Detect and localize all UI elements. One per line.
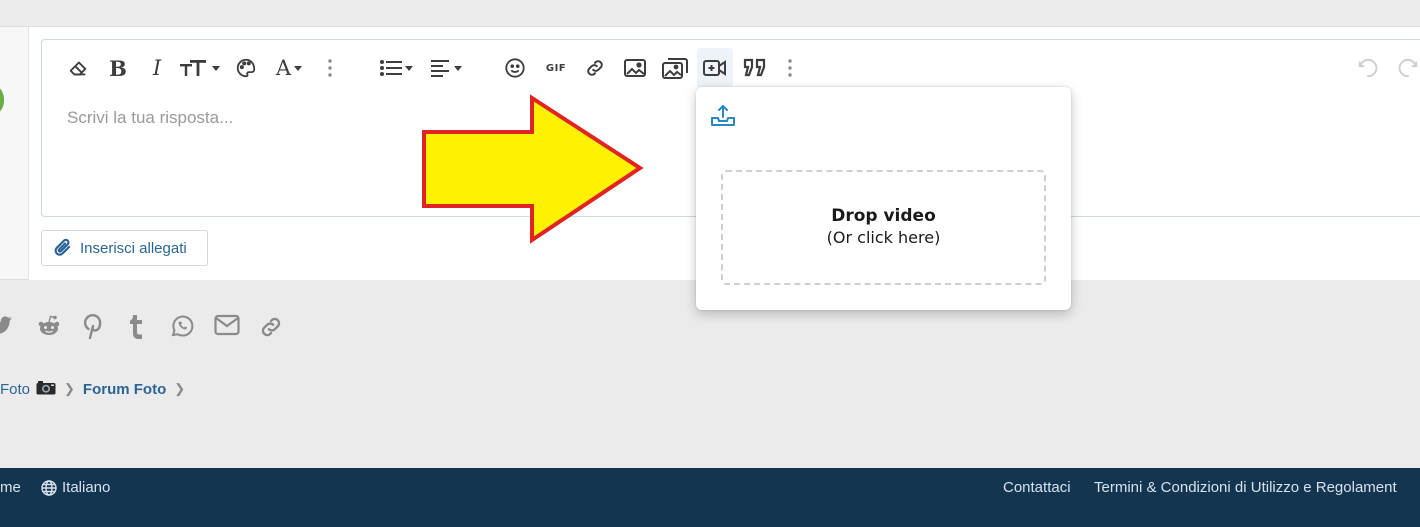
- reddit-icon: [38, 315, 60, 335]
- breadcrumb-item[interactable]: Forum Foto: [83, 381, 166, 398]
- gallery-icon: [662, 58, 688, 79]
- chevron-down-icon: [453, 65, 462, 71]
- font-button[interactable]: A: [270, 48, 308, 88]
- footer-link-home[interactable]: me: [0, 479, 21, 496]
- dropzone-hint: (Or click here): [826, 228, 941, 247]
- more-options-button-2[interactable]: [782, 48, 798, 88]
- link-icon: [261, 317, 281, 337]
- color-button[interactable]: [232, 48, 260, 88]
- editor-input[interactable]: Scrivi la tua risposta...: [67, 108, 233, 128]
- list-icon: [379, 60, 402, 76]
- dropzone-title: Drop video: [831, 206, 936, 226]
- upload-button[interactable]: [710, 104, 736, 132]
- more-vertical-icon: [328, 59, 332, 77]
- page-top-strip: [0, 0, 1420, 26]
- avatar: [0, 83, 4, 117]
- image-icon: [624, 59, 646, 77]
- share-tumblr[interactable]: [128, 314, 146, 344]
- redo-icon: [1398, 58, 1418, 78]
- twitter-icon: [0, 316, 12, 334]
- chevron-right-icon: ❯: [64, 381, 75, 396]
- paperclip-icon: [54, 238, 71, 256]
- video-icon: [703, 60, 726, 76]
- video-dropzone[interactable]: Drop video (Or click here): [721, 170, 1046, 285]
- breadcrumb-item[interactable]: Foto: [0, 381, 30, 398]
- text-size-button[interactable]: [178, 48, 220, 88]
- text-size-icon: [179, 60, 206, 76]
- more-options-button[interactable]: [322, 48, 338, 88]
- language-selector[interactable]: Italiano: [41, 479, 110, 496]
- list-button[interactable]: [376, 48, 416, 88]
- bold-button[interactable]: B: [106, 48, 130, 88]
- redo-button[interactable]: [1394, 48, 1420, 88]
- footer-link-contact[interactable]: Contattaci: [1003, 479, 1071, 496]
- quote-button[interactable]: [740, 48, 770, 88]
- attach-files-label: Inserisci allegati: [80, 239, 187, 257]
- language-label: Italiano: [62, 479, 111, 496]
- globe-icon: [41, 479, 57, 496]
- chevron-down-icon: [211, 65, 220, 71]
- share-email[interactable]: [214, 314, 240, 340]
- palette-icon: [236, 58, 256, 78]
- gif-button[interactable]: GIF: [542, 48, 570, 88]
- footer-link-terms[interactable]: Termini & Condizioni di Utilizzo e Regol…: [1094, 479, 1397, 496]
- more-vertical-icon: [788, 59, 792, 77]
- chevron-down-icon: [294, 65, 303, 71]
- tumblr-icon: [130, 315, 142, 339]
- gallery-button[interactable]: [660, 48, 690, 88]
- chevron-right-icon: ❯: [174, 381, 186, 396]
- link-icon: [587, 60, 603, 76]
- bold-icon: B: [109, 55, 127, 81]
- remove-format-button[interactable]: [64, 48, 92, 88]
- insert-video-popup: Drop video (Or click here): [696, 87, 1071, 310]
- email-icon: [214, 314, 240, 336]
- annotation-arrow: [422, 94, 644, 244]
- smiley-button[interactable]: [502, 48, 528, 88]
- italic-button[interactable]: I: [145, 48, 169, 88]
- chevron-down-icon: [404, 65, 413, 71]
- undo-button[interactable]: [1354, 48, 1382, 88]
- share-whatsapp[interactable]: [170, 314, 194, 342]
- share-link[interactable]: [258, 314, 284, 344]
- camera-icon: [36, 380, 56, 399]
- italic-icon: I: [152, 56, 162, 80]
- pinterest-icon: [83, 314, 102, 340]
- breadcrumb: Foto ❯ Forum Foto ❯: [0, 377, 193, 401]
- image-button[interactable]: [622, 48, 648, 88]
- share-twitter[interactable]: [0, 314, 14, 342]
- video-button[interactable]: [697, 48, 733, 88]
- undo-icon: [1358, 58, 1378, 78]
- remove-format-icon: [69, 61, 87, 76]
- upload-icon: [711, 105, 735, 126]
- attach-files-button[interactable]: Inserisci allegati: [41, 230, 208, 266]
- align-button[interactable]: [426, 48, 466, 88]
- gif-icon: GIF: [545, 62, 567, 74]
- font-icon: A: [275, 56, 292, 80]
- share-reddit[interactable]: [36, 314, 62, 342]
- share-pinterest[interactable]: [82, 314, 104, 344]
- smiley-icon: [505, 58, 525, 78]
- align-icon: [430, 60, 449, 77]
- link-button[interactable]: [582, 48, 608, 88]
- page-footer: me Italiano Contattaci Termini & Condizi…: [0, 468, 1420, 527]
- whatsapp-icon: [171, 315, 194, 337]
- quote-icon: [743, 58, 766, 77]
